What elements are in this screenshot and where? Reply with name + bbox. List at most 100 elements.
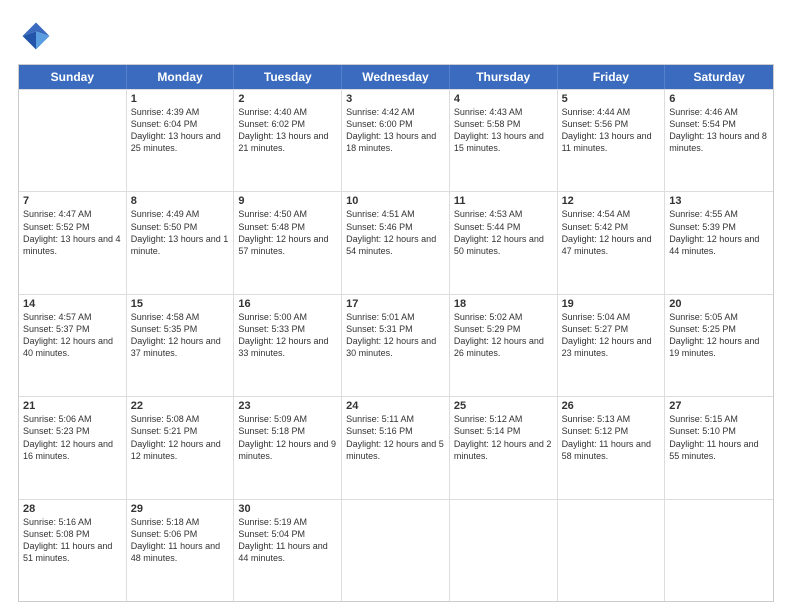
calendar-header-cell: Thursday — [450, 65, 558, 89]
day-number: 17 — [346, 298, 445, 310]
cell-info: Sunrise: 5:12 AMSunset: 5:14 PMDaylight:… — [454, 413, 553, 462]
cell-info: Sunrise: 4:40 AMSunset: 6:02 PMDaylight:… — [238, 106, 337, 155]
cell-info: Sunrise: 4:54 AMSunset: 5:42 PMDaylight:… — [562, 208, 661, 257]
cell-info: Sunrise: 5:05 AMSunset: 5:25 PMDaylight:… — [669, 311, 769, 360]
day-number: 19 — [562, 298, 661, 310]
calendar-header-cell: Wednesday — [342, 65, 450, 89]
day-number: 1 — [131, 93, 230, 105]
cell-info: Sunrise: 5:11 AMSunset: 5:16 PMDaylight:… — [346, 413, 445, 462]
page: SundayMondayTuesdayWednesdayThursdayFrid… — [0, 0, 792, 612]
cell-info: Sunrise: 4:43 AMSunset: 5:58 PMDaylight:… — [454, 106, 553, 155]
calendar-cell: 28Sunrise: 5:16 AMSunset: 5:08 PMDayligh… — [19, 500, 127, 601]
calendar-header-cell: Monday — [127, 65, 235, 89]
day-number: 13 — [669, 195, 769, 207]
calendar-cell: 11Sunrise: 4:53 AMSunset: 5:44 PMDayligh… — [450, 192, 558, 293]
day-number: 28 — [23, 503, 122, 515]
calendar-header-cell: Tuesday — [234, 65, 342, 89]
calendar-cell: 16Sunrise: 5:00 AMSunset: 5:33 PMDayligh… — [234, 295, 342, 396]
cell-info: Sunrise: 5:16 AMSunset: 5:08 PMDaylight:… — [23, 516, 122, 565]
header — [18, 18, 774, 54]
calendar-cell: 3Sunrise: 4:42 AMSunset: 6:00 PMDaylight… — [342, 90, 450, 191]
cell-info: Sunrise: 5:01 AMSunset: 5:31 PMDaylight:… — [346, 311, 445, 360]
calendar-cell: 1Sunrise: 4:39 AMSunset: 6:04 PMDaylight… — [127, 90, 235, 191]
cell-info: Sunrise: 4:55 AMSunset: 5:39 PMDaylight:… — [669, 208, 769, 257]
day-number: 26 — [562, 400, 661, 412]
day-number: 11 — [454, 195, 553, 207]
calendar-cell — [19, 90, 127, 191]
cell-info: Sunrise: 4:51 AMSunset: 5:46 PMDaylight:… — [346, 208, 445, 257]
calendar-cell: 19Sunrise: 5:04 AMSunset: 5:27 PMDayligh… — [558, 295, 666, 396]
day-number: 21 — [23, 400, 122, 412]
calendar-week-row: 21Sunrise: 5:06 AMSunset: 5:23 PMDayligh… — [19, 396, 773, 498]
day-number: 18 — [454, 298, 553, 310]
cell-info: Sunrise: 5:08 AMSunset: 5:21 PMDaylight:… — [131, 413, 230, 462]
calendar-cell — [342, 500, 450, 601]
calendar-week-row: 14Sunrise: 4:57 AMSunset: 5:37 PMDayligh… — [19, 294, 773, 396]
calendar-cell: 30Sunrise: 5:19 AMSunset: 5:04 PMDayligh… — [234, 500, 342, 601]
cell-info: Sunrise: 4:57 AMSunset: 5:37 PMDaylight:… — [23, 311, 122, 360]
day-number: 22 — [131, 400, 230, 412]
day-number: 2 — [238, 93, 337, 105]
calendar-week-row: 28Sunrise: 5:16 AMSunset: 5:08 PMDayligh… — [19, 499, 773, 601]
calendar-cell: 14Sunrise: 4:57 AMSunset: 5:37 PMDayligh… — [19, 295, 127, 396]
cell-info: Sunrise: 4:49 AMSunset: 5:50 PMDaylight:… — [131, 208, 230, 257]
logo-icon — [18, 18, 54, 54]
calendar-cell: 20Sunrise: 5:05 AMSunset: 5:25 PMDayligh… — [665, 295, 773, 396]
calendar-cell: 13Sunrise: 4:55 AMSunset: 5:39 PMDayligh… — [665, 192, 773, 293]
day-number: 24 — [346, 400, 445, 412]
calendar-cell: 29Sunrise: 5:18 AMSunset: 5:06 PMDayligh… — [127, 500, 235, 601]
cell-info: Sunrise: 4:44 AMSunset: 5:56 PMDaylight:… — [562, 106, 661, 155]
day-number: 15 — [131, 298, 230, 310]
cell-info: Sunrise: 4:53 AMSunset: 5:44 PMDaylight:… — [454, 208, 553, 257]
calendar-cell: 4Sunrise: 4:43 AMSunset: 5:58 PMDaylight… — [450, 90, 558, 191]
cell-info: Sunrise: 5:04 AMSunset: 5:27 PMDaylight:… — [562, 311, 661, 360]
calendar-header-cell: Saturday — [665, 65, 773, 89]
day-number: 8 — [131, 195, 230, 207]
calendar: SundayMondayTuesdayWednesdayThursdayFrid… — [18, 64, 774, 602]
cell-info: Sunrise: 4:58 AMSunset: 5:35 PMDaylight:… — [131, 311, 230, 360]
calendar-cell: 2Sunrise: 4:40 AMSunset: 6:02 PMDaylight… — [234, 90, 342, 191]
day-number: 14 — [23, 298, 122, 310]
calendar-cell — [665, 500, 773, 601]
day-number: 10 — [346, 195, 445, 207]
calendar-cell: 18Sunrise: 5:02 AMSunset: 5:29 PMDayligh… — [450, 295, 558, 396]
day-number: 16 — [238, 298, 337, 310]
day-number: 12 — [562, 195, 661, 207]
cell-info: Sunrise: 4:39 AMSunset: 6:04 PMDaylight:… — [131, 106, 230, 155]
day-number: 4 — [454, 93, 553, 105]
calendar-cell: 12Sunrise: 4:54 AMSunset: 5:42 PMDayligh… — [558, 192, 666, 293]
cell-info: Sunrise: 5:19 AMSunset: 5:04 PMDaylight:… — [238, 516, 337, 565]
cell-info: Sunrise: 4:50 AMSunset: 5:48 PMDaylight:… — [238, 208, 337, 257]
calendar-cell: 25Sunrise: 5:12 AMSunset: 5:14 PMDayligh… — [450, 397, 558, 498]
calendar-cell: 26Sunrise: 5:13 AMSunset: 5:12 PMDayligh… — [558, 397, 666, 498]
day-number: 25 — [454, 400, 553, 412]
cell-info: Sunrise: 4:47 AMSunset: 5:52 PMDaylight:… — [23, 208, 122, 257]
calendar-cell: 8Sunrise: 4:49 AMSunset: 5:50 PMDaylight… — [127, 192, 235, 293]
day-number: 29 — [131, 503, 230, 515]
day-number: 5 — [562, 93, 661, 105]
calendar-week-row: 7Sunrise: 4:47 AMSunset: 5:52 PMDaylight… — [19, 191, 773, 293]
calendar-header: SundayMondayTuesdayWednesdayThursdayFrid… — [19, 65, 773, 89]
calendar-week-row: 1Sunrise: 4:39 AMSunset: 6:04 PMDaylight… — [19, 89, 773, 191]
calendar-cell: 23Sunrise: 5:09 AMSunset: 5:18 PMDayligh… — [234, 397, 342, 498]
calendar-cell — [450, 500, 558, 601]
logo — [18, 18, 58, 54]
day-number: 3 — [346, 93, 445, 105]
calendar-header-cell: Friday — [558, 65, 666, 89]
day-number: 20 — [669, 298, 769, 310]
calendar-cell: 9Sunrise: 4:50 AMSunset: 5:48 PMDaylight… — [234, 192, 342, 293]
day-number: 7 — [23, 195, 122, 207]
calendar-cell: 27Sunrise: 5:15 AMSunset: 5:10 PMDayligh… — [665, 397, 773, 498]
day-number: 6 — [669, 93, 769, 105]
calendar-cell — [558, 500, 666, 601]
cell-info: Sunrise: 5:00 AMSunset: 5:33 PMDaylight:… — [238, 311, 337, 360]
cell-info: Sunrise: 5:09 AMSunset: 5:18 PMDaylight:… — [238, 413, 337, 462]
calendar-cell: 21Sunrise: 5:06 AMSunset: 5:23 PMDayligh… — [19, 397, 127, 498]
cell-info: Sunrise: 5:13 AMSunset: 5:12 PMDaylight:… — [562, 413, 661, 462]
day-number: 23 — [238, 400, 337, 412]
calendar-header-cell: Sunday — [19, 65, 127, 89]
calendar-cell: 10Sunrise: 4:51 AMSunset: 5:46 PMDayligh… — [342, 192, 450, 293]
calendar-cell: 17Sunrise: 5:01 AMSunset: 5:31 PMDayligh… — [342, 295, 450, 396]
cell-info: Sunrise: 5:06 AMSunset: 5:23 PMDaylight:… — [23, 413, 122, 462]
calendar-body: 1Sunrise: 4:39 AMSunset: 6:04 PMDaylight… — [19, 89, 773, 601]
